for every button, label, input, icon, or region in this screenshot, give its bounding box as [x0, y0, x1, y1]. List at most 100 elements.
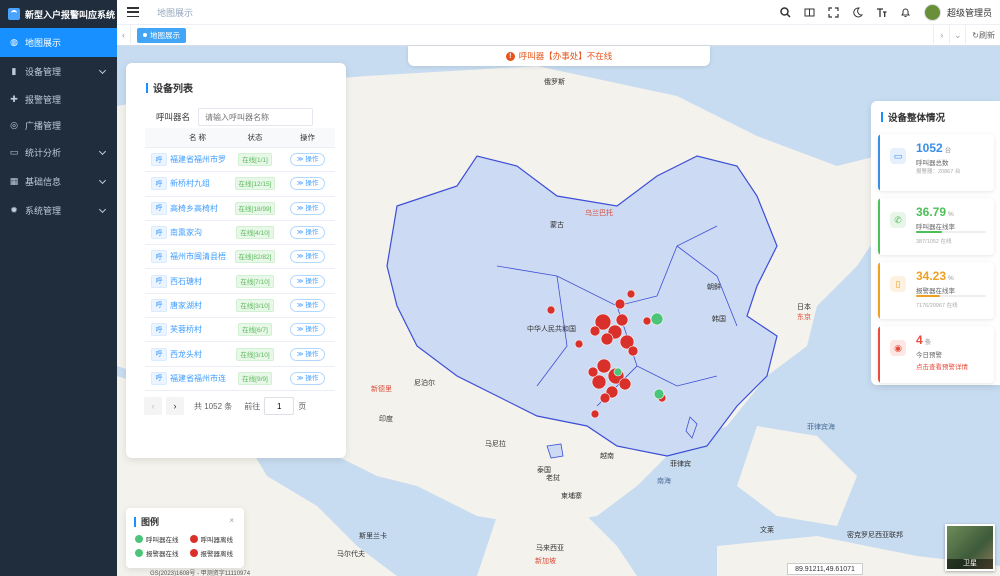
- status-cell: 在线[82/82]: [230, 250, 280, 264]
- operate-button[interactable]: ≫ 操作: [289, 250, 326, 264]
- table-row[interactable]: 呼南熏家沟 在线[4/10] ≫ 操作: [145, 221, 335, 246]
- device-name-link[interactable]: 福建省福州市连: [170, 373, 226, 384]
- sidebar-item-label: 设备管理: [25, 67, 62, 77]
- refresh-button[interactable]: ↻ 刷新: [965, 24, 1000, 46]
- name-cell: 呼福建省福州市连: [145, 371, 230, 385]
- table-row[interactable]: 呼福建省福州市罗 在线[1/1] ≫ 操作: [145, 148, 335, 173]
- double-chevron-icon: ≫: [296, 277, 304, 285]
- chevron-down-icon[interactable]: ⌄: [949, 24, 965, 46]
- device-name-link[interactable]: 西石瑭村: [170, 276, 202, 287]
- tags-scroll-right-icon[interactable]: ›: [933, 24, 949, 46]
- operate-button[interactable]: ≫ 操作: [289, 153, 326, 167]
- double-chevron-icon: ≫: [296, 350, 304, 358]
- font-size-icon[interactable]: [876, 6, 888, 18]
- coordinate-readout: 89.91211,49.61071: [787, 563, 863, 575]
- status-badge: 在线[12/15]: [234, 177, 276, 191]
- sidebar-item-system[interactable]: ✹ 系统管理: [0, 196, 117, 225]
- device-icon: ▯: [890, 276, 906, 292]
- table-row[interactable]: 呼西石瑭村 在线[7/10] ≫ 操作: [145, 269, 335, 294]
- book-icon[interactable]: [804, 6, 816, 18]
- table-row[interactable]: 呼高椅乡高椅村 在线[18/99] ≫ 操作: [145, 197, 335, 221]
- view-warnings-link[interactable]: 点击查看预警详情: [916, 361, 968, 371]
- fullscreen-icon[interactable]: [828, 6, 840, 18]
- device-name-link[interactable]: 唐家湖村: [170, 300, 202, 311]
- satellite-layer-button[interactable]: 卫星: [945, 524, 995, 571]
- double-chevron-icon: ≫: [296, 253, 304, 261]
- operate-button[interactable]: ≫ 操作: [289, 201, 326, 215]
- tag-map[interactable]: 地图展示: [137, 27, 186, 43]
- map-label: 泰国: [537, 467, 551, 474]
- avatar[interactable]: [923, 3, 941, 21]
- operate-button[interactable]: ≫ 操作: [289, 226, 326, 240]
- device-name-link[interactable]: 南熏家沟: [170, 227, 202, 238]
- status-badge: 在线[6/7]: [238, 323, 272, 337]
- table-row[interactable]: 呼芙蓉桥村 在线[6/7] ≫ 操作: [145, 318, 335, 343]
- operate-button[interactable]: ≫ 操作: [289, 347, 326, 361]
- map-label: 斯里兰卡: [359, 533, 387, 540]
- map-label: 新德里: [371, 386, 392, 393]
- menu-toggle-icon[interactable]: [127, 7, 139, 17]
- id-card-icon: ▭: [890, 148, 906, 164]
- stat-sub: 387/1052 在线: [916, 239, 952, 245]
- stat-label: 呼叫器在线率: [916, 224, 955, 231]
- operate-label: 操作: [305, 350, 319, 358]
- sidebar-item-map[interactable]: ◍ 地图展示: [0, 28, 117, 57]
- sidebar-item-alarm[interactable]: ✚ 报警管理: [0, 86, 117, 112]
- tags-scroll-left-icon[interactable]: ‹: [117, 24, 131, 46]
- moon-icon[interactable]: [852, 6, 864, 18]
- username[interactable]: 超级管理员: [947, 6, 992, 19]
- legend-item: 呼叫器离线: [189, 534, 245, 544]
- prev-page-button[interactable]: ‹: [144, 397, 162, 415]
- table-row[interactable]: 呼福建省福州市连 在线[9/9] ≫ 操作: [145, 367, 335, 391]
- status-badge: 在线[18/99]: [234, 201, 276, 215]
- operate-button[interactable]: ≫ 操作: [289, 323, 326, 337]
- table-row[interactable]: 呼新桥村九组 在线[12/15] ≫ 操作: [145, 172, 335, 197]
- operate-button[interactable]: ≫ 操作: [289, 298, 326, 312]
- name-cell: 呼南熏家沟: [145, 226, 230, 240]
- overview-title-text: 设备整体情况: [888, 113, 946, 124]
- legend-label: 呼叫器离线: [200, 537, 234, 544]
- sidebar-item-stats[interactable]: ▭ 统计分析: [0, 138, 117, 167]
- action-cell: ≫ 操作: [280, 347, 335, 361]
- operate-label: 操作: [305, 180, 319, 188]
- table-row[interactable]: 呼福州市闽清县梧 在线[82/82] ≫ 操作: [145, 245, 335, 270]
- status-cell: 在线[3/10]: [230, 298, 280, 312]
- status-badge: 在线[82/82]: [234, 250, 276, 264]
- operate-button[interactable]: ≫ 操作: [289, 274, 326, 288]
- legend-title: 图例: [126, 508, 244, 528]
- device-name-link[interactable]: 高椅乡高椅村: [170, 203, 218, 214]
- table-row[interactable]: 呼西龙头村 在线[3/10] ≫ 操作: [145, 342, 335, 367]
- sidebar-item-broadcast[interactable]: ◎ 广播管理: [0, 112, 117, 138]
- map-label: 密克罗尼西亚联邦: [847, 532, 903, 539]
- device-name-link[interactable]: 福建省福州市罗: [170, 154, 226, 165]
- status-badge: 在线[4/10]: [236, 226, 274, 240]
- search-icon[interactable]: [780, 6, 792, 18]
- card-accent: [878, 134, 880, 191]
- logo-icon: [8, 8, 20, 20]
- sidebar-item-basic[interactable]: ▦ 基础信息: [0, 167, 117, 196]
- device-name-link[interactable]: 新桥村九组: [170, 178, 210, 189]
- page-input[interactable]: [264, 397, 295, 415]
- device-name-link[interactable]: 福州市闽清县梧: [170, 251, 226, 262]
- gear-icon: ✹: [10, 205, 18, 215]
- bell-icon[interactable]: [900, 6, 912, 18]
- sidebar-item-device[interactable]: ▮ 设备管理: [0, 57, 117, 86]
- sidebar-item-label: 统计分析: [25, 148, 62, 158]
- stat-card: ▭ 1052 台呼叫器总数 报警器：20867 台: [878, 134, 994, 191]
- device-name-link[interactable]: 芙蓉桥村: [170, 324, 202, 335]
- action-cell: ≫ 操作: [280, 250, 335, 264]
- status-badge: 在线[1/1]: [238, 153, 272, 167]
- device-name-link[interactable]: 西龙头村: [170, 349, 202, 360]
- search-input[interactable]: [198, 108, 314, 126]
- operate-button[interactable]: ≫ 操作: [289, 371, 326, 385]
- status-cell: 在线[1/1]: [230, 153, 280, 167]
- column-header: 名 称: [188, 133, 207, 142]
- next-page-button[interactable]: ›: [166, 397, 184, 415]
- operate-button[interactable]: ≫ 操作: [289, 177, 326, 191]
- map-label: 蒙古: [550, 222, 564, 229]
- title-accent: [881, 112, 883, 122]
- table-row[interactable]: 呼唐家湖村 在线[3/10] ≫ 操作: [145, 294, 335, 319]
- map-label: 东京: [797, 314, 811, 321]
- caller-tag: 呼: [151, 298, 167, 312]
- close-icon[interactable]: ×: [229, 516, 234, 525]
